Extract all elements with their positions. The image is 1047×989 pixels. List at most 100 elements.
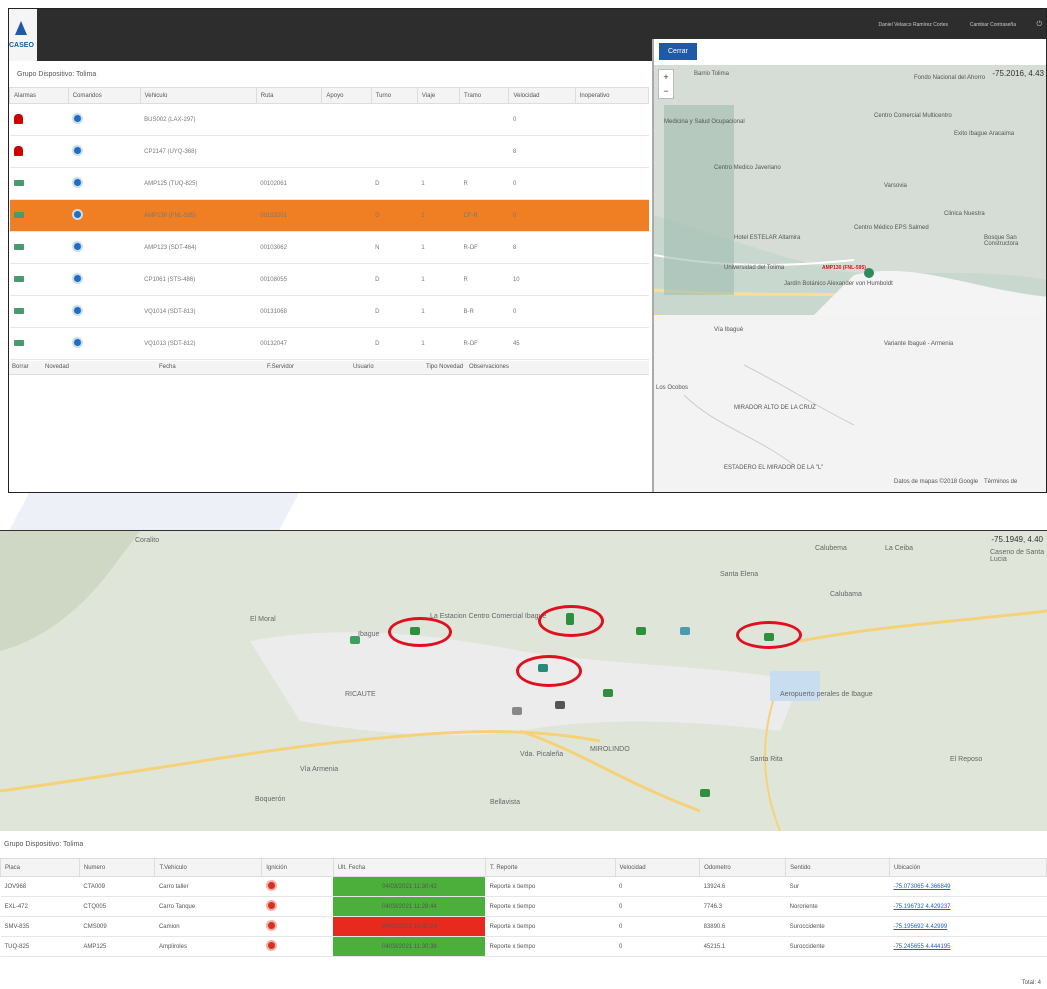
location-link[interactable]: -75.073065 4.366849 [893, 884, 950, 890]
speed-cell: 8 [508, 231, 576, 264]
column-header[interactable]: Numero [78, 858, 156, 877]
zoom-in-icon[interactable]: + [659, 70, 673, 84]
speed-cell: 0 [615, 916, 700, 937]
command-icon[interactable] [72, 209, 84, 220]
table-row[interactable]: CP1061 (STS-486) 00108055 D 1 R 10 [9, 263, 649, 296]
location-link[interactable]: -75.245655 4.444195 [893, 944, 950, 950]
column-header[interactable]: Ubicación [888, 858, 1047, 877]
power-icon[interactable]: ⏻ [1036, 21, 1042, 29]
vehicle-marker[interactable] [603, 689, 613, 697]
novedades-column-header[interactable]: F.Servidor [267, 364, 294, 370]
table-row[interactable]: TUQ-825 AMP125 Ampliroles 04/03/2021 11:30:… [0, 936, 1047, 957]
novedades-column-header[interactable]: Novedad [45, 364, 69, 370]
alarm-cell [9, 263, 69, 296]
map-place-label: La Ceiba [885, 545, 914, 552]
column-header[interactable]: Comandos [67, 87, 141, 104]
truck-icon[interactable] [13, 179, 24, 186]
vehicle-type-cell: Ampliroles [154, 936, 262, 957]
table-row[interactable]: VQ1013 (SDT-812) 00132047 D 1 R-DF 45 [9, 327, 649, 360]
direction-cell: Nororiente [785, 896, 890, 917]
support-cell [321, 295, 372, 328]
map-place-label: Santa Rita [750, 756, 783, 763]
column-header[interactable]: Velocidad [508, 87, 576, 104]
vehicle-type-cell: Carro taller [154, 876, 262, 897]
column-header[interactable]: T.Vehiculo [154, 858, 263, 877]
speed-cell: 10 [508, 263, 576, 296]
command-icon[interactable] [72, 177, 84, 188]
map-place-label: Datos de mapas ©2018 Google [894, 479, 979, 485]
map-place-label: ESTADERO EL MIRADOR DE LA "L" [724, 465, 824, 471]
truck-icon[interactable] [13, 243, 24, 250]
table-row[interactable]: EXL-472 CTQ005 Carro Tanque 04/03/2021 11:2… [0, 896, 1047, 917]
vehicle-marker[interactable] [350, 636, 360, 644]
number-cell: AMP125 [79, 936, 155, 957]
vehicle-marker[interactable] [680, 627, 690, 635]
table-row[interactable]: AMP123 (SDT-464) 00103062 N 1 R-DF 8 [9, 231, 649, 264]
command-icon[interactable] [72, 337, 84, 348]
column-header[interactable]: Ruta [255, 87, 323, 104]
map-place-label: Términos de [984, 479, 1018, 485]
table-row[interactable]: VQ1014 (SDT-813) 00131068 D 1 B-R 0 [9, 295, 649, 328]
plate-cell: SMV-835 [0, 916, 80, 937]
vehicle-marker[interactable] [700, 789, 710, 797]
devices-table: Placa Numero T.Vehiculo Ignición Ult. Fecha T… [0, 858, 1047, 957]
column-header[interactable]: Apoyo [321, 87, 372, 104]
table-row[interactable]: AMP130 (FNL-595) 00103201 D 2 CF-R 0 [9, 199, 649, 232]
truck-icon[interactable] [13, 275, 24, 282]
table-row[interactable]: AMP125 (TUQ-825) 00102061 D 1 R 0 [9, 167, 649, 200]
city-map[interactable]: -75.1949, 4.40 Coralito El Moral Ibague La … [0, 531, 1047, 831]
column-header[interactable]: Odometro [699, 858, 787, 877]
table-row[interactable]: JOV968 CTA009 Carro taller 04/03/2021 11:30… [0, 876, 1047, 897]
route-cell: 00132047 [256, 327, 322, 360]
truck-icon[interactable] [13, 339, 24, 346]
alarm-icon[interactable] [13, 113, 23, 124]
novedades-column-header[interactable]: Tipo Novedad [426, 364, 463, 370]
column-header[interactable]: T. Reporte [484, 858, 616, 877]
zoom-controls[interactable]: + − [658, 69, 674, 99]
alarm-icon[interactable] [13, 145, 23, 156]
novedades-column-header[interactable]: Usuario [353, 364, 374, 370]
vehicle-marker[interactable] [512, 707, 522, 715]
column-header[interactable]: Alarmas [9, 87, 69, 104]
column-header[interactable]: Velocidad [614, 858, 701, 877]
zoom-out-icon[interactable]: − [659, 84, 673, 98]
command-icon[interactable] [72, 113, 84, 124]
alarm-cell [9, 295, 69, 328]
column-header[interactable]: Viaje [416, 87, 461, 104]
vehicle-marker[interactable] [555, 701, 565, 709]
section-cell: R [459, 263, 509, 296]
user-menu[interactable]: Daniel Velasco Ramírez Cortes [879, 22, 948, 28]
column-header[interactable]: Ignición [261, 858, 334, 877]
command-icon[interactable] [72, 273, 84, 284]
truck-icon[interactable] [13, 307, 24, 314]
column-header[interactable]: Sentido [785, 858, 890, 877]
command-icon[interactable] [72, 305, 84, 316]
table-row[interactable]: SMV-835 CMS009 Camion 26/02/2021 15:40:24 Re… [0, 916, 1047, 937]
command-icon[interactable] [72, 241, 84, 252]
column-header[interactable]: Ult. Fecha [332, 858, 486, 877]
table-row[interactable]: CP2147 (UYQ-368) 8 [9, 135, 649, 168]
column-header[interactable]: Vehiculo [139, 87, 257, 104]
inoperative-cell [575, 295, 649, 328]
close-button[interactable]: Cerrar [659, 43, 697, 60]
column-header[interactable]: Placa [0, 858, 80, 877]
novedades-column-header[interactable]: Observaciones [469, 364, 509, 370]
novedades-column-header[interactable]: Fecha [159, 364, 176, 370]
command-icon[interactable] [72, 145, 84, 156]
novedades-column-header[interactable]: Borrar [12, 364, 29, 370]
location-link[interactable]: -75.195692 4.42999 [893, 924, 947, 930]
location-link[interactable]: -75.196732 4.429237 [893, 904, 950, 910]
truck-icon[interactable] [13, 211, 24, 218]
odometer-cell: 7746.3 [699, 896, 786, 917]
location-cell: -75.195692 4.42999 [889, 916, 1047, 937]
ignition-cell [261, 936, 334, 957]
column-header[interactable]: Turno [370, 87, 418, 104]
vehicle-marker[interactable] [636, 627, 646, 635]
column-header[interactable]: Tramo [458, 87, 510, 104]
map-view[interactable]: -75.2016, 4.43 + − Barrio Tolima Fondo Na… [654, 65, 1046, 492]
table-row[interactable]: BUS002 (LAX-297) 0 [9, 103, 649, 136]
trip-cell: 1 [417, 231, 460, 264]
vehicle-marker-label[interactable]: AMP130 (FNL-595) [822, 265, 866, 271]
column-header[interactable]: Inoperativo [574, 87, 650, 104]
change-password-link[interactable]: Cambiar Contraseña [970, 22, 1016, 28]
